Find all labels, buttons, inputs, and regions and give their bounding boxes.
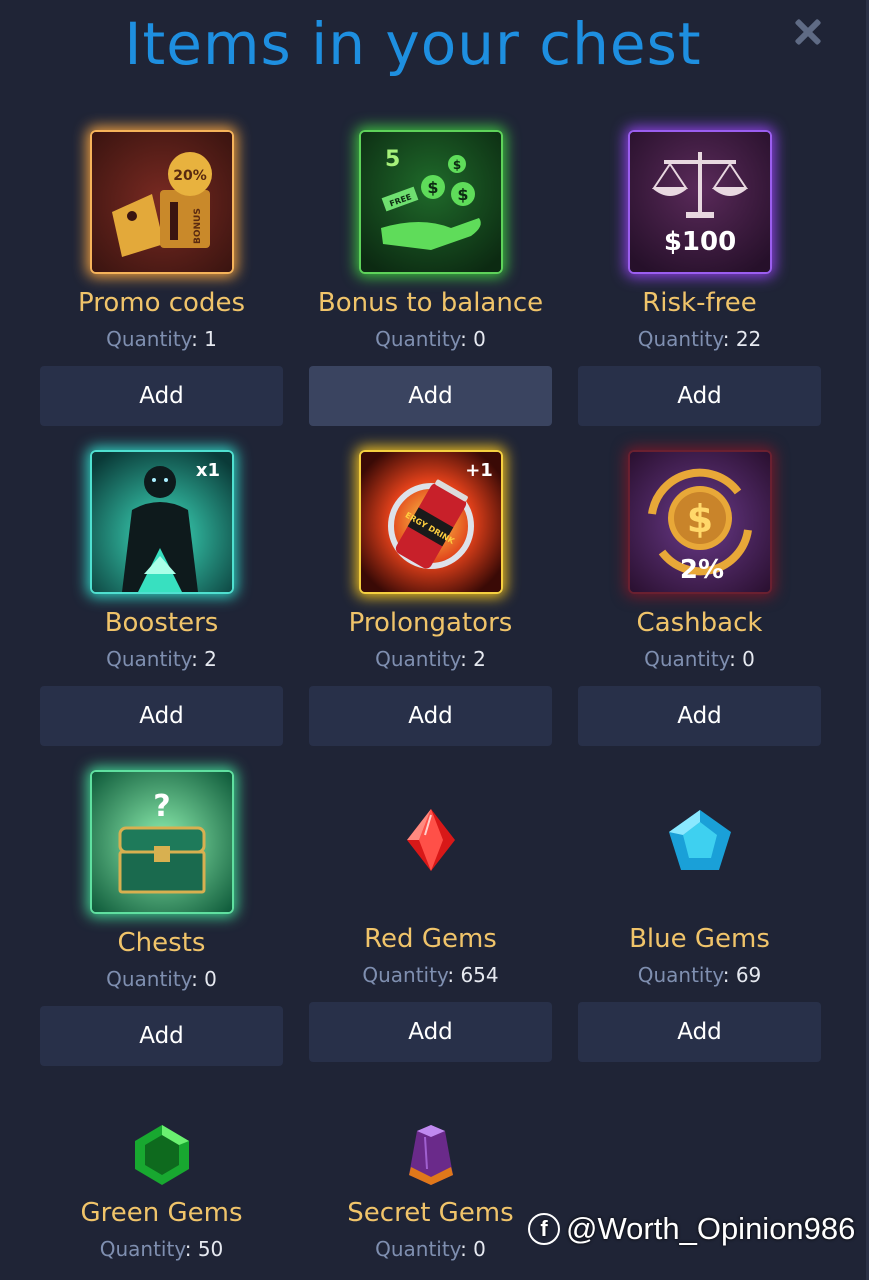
watermark-text: @Worth_Opinion986 — [566, 1211, 856, 1246]
secret-gem-icon — [408, 1125, 453, 1185]
add-button[interactable]: Add — [309, 686, 552, 746]
svg-text:$: $ — [427, 178, 438, 197]
chest-panel: Items in your chest 20% BONUS Promo code… — [0, 0, 866, 1280]
item-quantity: Quantity: 1 — [106, 327, 217, 351]
watermark: f @Worth_Opinion986 — [528, 1208, 855, 1250]
booster-silhouette-icon: x1 — [89, 450, 234, 594]
add-button[interactable]: Add — [578, 686, 821, 746]
item-name: Chests — [117, 928, 206, 958]
item-quantity: Quantity: 69 — [637, 963, 762, 987]
item-card-prolongators: ERGY DRINK +1 Prolongators Quantity: 2 A… — [309, 450, 552, 746]
add-button[interactable]: Add — [40, 366, 283, 426]
add-button[interactable]: Add — [40, 1006, 283, 1066]
svg-text:$: $ — [686, 497, 712, 541]
item-card-chests: ? Chests Quantity: 0 Add — [40, 770, 283, 1066]
item-card-boosters: x1 Boosters Quantity: 2 Add — [40, 450, 283, 746]
red-gem-icon — [406, 809, 455, 871]
risk-badge-text: $100 — [663, 227, 735, 257]
bonus-money-icon: 5 $ $ $ FREE — [358, 130, 503, 274]
item-card-bonus-to-balance: 5 $ $ $ FREE Bonus to balance Quantity: … — [309, 130, 552, 426]
item-name: Secret Gems — [347, 1198, 514, 1228]
item-quantity: Quantity: 50 — [99, 1237, 224, 1261]
add-button[interactable]: Add — [578, 1002, 821, 1062]
chest-badge-text: ? — [153, 789, 170, 824]
energy-drink-icon: ERGY DRINK +1 — [358, 450, 503, 594]
item-name: Prolongators — [348, 608, 513, 638]
prolong-badge-text: +1 — [465, 460, 493, 481]
item-name: Green Gems — [80, 1198, 243, 1228]
item-name: Red Gems — [364, 924, 497, 954]
item-quantity: Quantity: 0 — [375, 1237, 486, 1261]
item-name: Cashback — [636, 608, 763, 638]
item-card-cashback: $ 2% Cashback Quantity: 0 Add — [578, 450, 821, 746]
item-card-blue-gems: Blue Gems Quantity: 69 Add — [578, 770, 821, 1062]
item-quantity: Quantity: 654 — [362, 963, 499, 987]
cashback-badge-text: 2% — [679, 555, 723, 585]
bonus-badge-text: 5 — [385, 147, 400, 172]
item-name: Bonus to balance — [317, 288, 544, 318]
item-quantity: Quantity: 0 — [106, 967, 217, 991]
item-card-red-gems: Red Gems Quantity: 654 Add — [309, 770, 552, 1062]
scales-icon: $100 — [627, 130, 772, 274]
item-card-risk-free: $100 Risk-free Quantity: 22 Add — [578, 130, 821, 426]
add-button[interactable]: Add — [40, 686, 283, 746]
svg-text:$: $ — [457, 185, 468, 204]
item-name: Promo codes — [78, 288, 245, 318]
item-card-secret-gems: Secret Gems Quantity: 0 — [309, 1120, 552, 1262]
page-title: Items in your chest — [124, 10, 702, 78]
item-quantity: Quantity: 2 — [106, 647, 217, 671]
add-button[interactable]: Add — [309, 1002, 552, 1062]
add-button[interactable]: Add — [578, 366, 821, 426]
booster-badge-text: x1 — [195, 460, 219, 481]
item-card-green-gems: Green Gems Quantity: 50 — [40, 1120, 283, 1262]
promo-side-text: BONUS — [193, 208, 203, 244]
promo-code-icon: 20% BONUS — [89, 130, 234, 274]
item-quantity: Quantity: 0 — [644, 647, 755, 671]
item-name: Risk-free — [642, 288, 757, 318]
item-quantity: Quantity: 0 — [375, 327, 486, 351]
item-quantity: Quantity: 2 — [375, 647, 486, 671]
blue-gem-icon — [668, 810, 731, 870]
green-gem-icon — [134, 1125, 189, 1185]
item-name: Blue Gems — [629, 924, 770, 954]
cashback-coin-icon: $ 2% — [627, 450, 772, 594]
add-button[interactable]: Add — [309, 366, 552, 426]
promo-badge-text: 20% — [173, 168, 207, 184]
item-quantity: Quantity: 22 — [637, 327, 762, 351]
item-name: Boosters — [104, 608, 219, 638]
mystery-chest-icon: ? — [89, 770, 234, 914]
svg-text:$: $ — [452, 158, 460, 172]
close-icon[interactable] — [790, 14, 826, 50]
item-card-promo-codes: 20% BONUS Promo codes Quantity: 1 Add — [40, 130, 283, 426]
facebook-logo-icon: f — [528, 1213, 560, 1245]
